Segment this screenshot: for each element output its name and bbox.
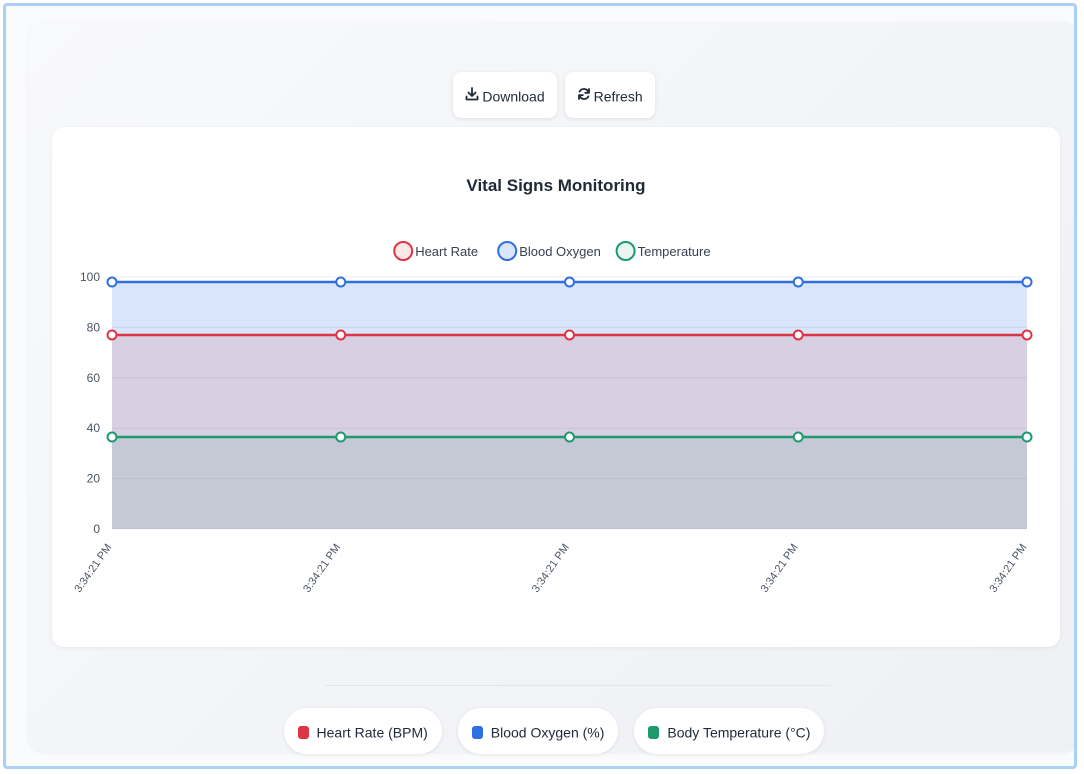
legend-pill-label: Body Temperature (°C) (667, 724, 811, 741)
x-tick-label: 3:34:21 PM (72, 542, 114, 595)
legend-label: Heart Rate (415, 244, 478, 259)
data-point (1021, 329, 1033, 341)
y-tick-label: 60 (87, 371, 101, 385)
data-point (792, 431, 804, 443)
legend-marker (393, 241, 414, 261)
download-button[interactable]: Download (453, 72, 557, 119)
legend-swatch (471, 725, 483, 739)
data-point (106, 329, 118, 341)
legend-pill[interactable]: Blood Oxygen (%) (457, 708, 619, 754)
bottom-legend: Heart Rate (BPM) Blood Oxygen (%) Body Tem… (28, 708, 1074, 754)
chart-title: Vital Signs Monitoring (466, 176, 645, 195)
data-point (106, 431, 118, 443)
legend-item[interactable]: Heart Rate (393, 241, 478, 261)
y-tick-label: 80 (87, 320, 101, 334)
refresh-label: Refresh (593, 88, 643, 105)
data-point (792, 276, 804, 288)
x-tick-label: 3:34:21 PM (301, 542, 343, 595)
data-point (1021, 431, 1033, 443)
x-tick-label: 3:34:21 PM (759, 542, 801, 595)
y-tick-label: 40 (87, 421, 101, 435)
x-tick-label: 3:34:21 PM (987, 542, 1029, 595)
chart-card: Vital Signs Monitoring Heart Rate Blood Ox… (52, 127, 1060, 647)
legend-label: Blood Oxygen (519, 244, 601, 259)
data-point (792, 329, 804, 341)
legend-label: Temperature (638, 244, 711, 259)
y-tick-label: 0 (93, 522, 100, 536)
data-point (335, 276, 347, 288)
legend-swatch (648, 725, 660, 739)
y-tick-label: 100 (80, 270, 100, 284)
download-icon (465, 73, 479, 119)
legend-marker (497, 241, 518, 261)
vital-signs-chart: Vital Signs Monitoring Heart Rate Blood Ox… (72, 176, 1033, 595)
window-frame: Download Refresh Vital Signs Monitoring H… (3, 3, 1077, 769)
legend-pill[interactable]: Body Temperature (°C) (634, 708, 825, 754)
toolbar: Download Refresh (28, 72, 1074, 119)
x-tick-label: 3:34:21 PM (530, 542, 572, 595)
data-point (564, 431, 575, 443)
refresh-icon (577, 73, 591, 119)
legend-pill-label: Blood Oxygen (%) (490, 724, 605, 741)
data-point (1021, 276, 1033, 288)
data-point (106, 276, 118, 288)
data-point (335, 431, 347, 443)
legend-pill-label: Heart Rate (BPM) (316, 724, 428, 741)
refresh-button[interactable]: Refresh (564, 72, 655, 119)
data-point (564, 329, 575, 341)
legend-item[interactable]: Temperature (615, 241, 711, 261)
legend-marker (615, 241, 636, 261)
series-area (112, 437, 1027, 529)
data-point (335, 329, 347, 341)
y-tick-label: 20 (87, 472, 101, 486)
legend-pill[interactable]: Heart Rate (BPM) (283, 708, 442, 754)
divider (325, 685, 831, 686)
dashboard-panel: Download Refresh Vital Signs Monitoring H… (28, 22, 1074, 754)
legend-swatch (297, 725, 309, 739)
legend-item[interactable]: Blood Oxygen (497, 241, 601, 261)
download-label: Download (482, 88, 545, 105)
data-point (564, 276, 575, 288)
